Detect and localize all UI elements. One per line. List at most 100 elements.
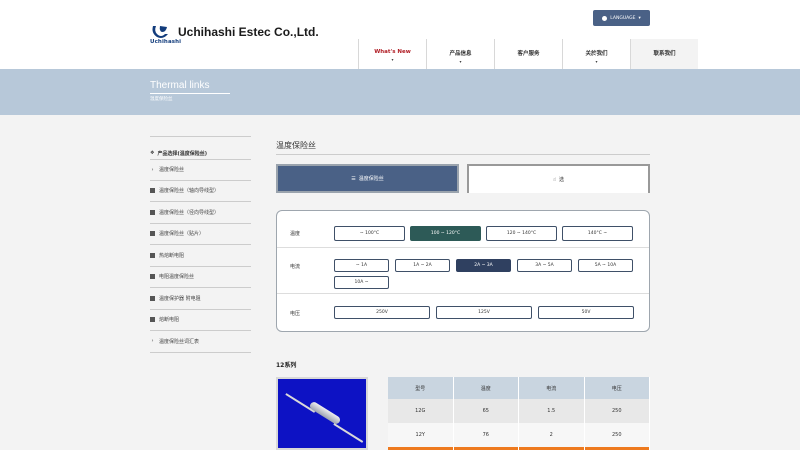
filter-chip[interactable]: 5A ~ 10A	[578, 259, 633, 272]
nav-about-us[interactable]: 关於我们 ▾	[562, 39, 630, 69]
nav-label: 关於我们	[585, 51, 608, 57]
nav-products[interactable]: 产品信息 ▾	[426, 39, 494, 69]
grid-icon: ❖	[150, 150, 155, 156]
plus-icon	[150, 274, 155, 280]
series-title: 12系列	[276, 362, 297, 369]
filter-chip[interactable]: 140°C ~	[562, 226, 633, 241]
filter-chip[interactable]: 1A ~ 2A	[395, 259, 450, 272]
nav-label: What's New	[374, 49, 411, 55]
table-header-row: 型号 温度 电流 电压	[388, 377, 650, 399]
sidebar-heading-label: 产品选择(温度保险丝)	[157, 150, 208, 157]
table-row[interactable]: 12G 65 1.5 250	[388, 399, 650, 423]
sidebar-item-label: 电阻温度保险丝	[159, 274, 195, 281]
language-button[interactable]: LANGUAGE ▾	[593, 10, 650, 26]
filter-row-temperature: 温度 ~ 100°C 100 ~ 120°C 120 ~ 140°C 140°C…	[277, 211, 649, 248]
table-cell: 12G	[388, 399, 454, 423]
sidebar-heading: ❖ 产品选择(温度保险丝)	[150, 147, 251, 159]
plus-icon	[150, 252, 155, 258]
tab-select[interactable]: ☝ 选	[467, 164, 650, 193]
filter-row-voltage: 电压 250V 125V 50V	[277, 294, 649, 331]
filter-chip[interactable]: 50V	[538, 306, 634, 319]
chevron-down-icon: ▾	[391, 57, 394, 62]
list-icon: ☰	[351, 175, 356, 182]
sidebar-item-fusing-resistor[interactable]: 熔断电阻	[150, 310, 251, 331]
sidebar-item-protector[interactable]: 温度保护器 附电阻	[150, 288, 251, 310]
sidebar-item-label: 温度保险丝	[159, 167, 185, 174]
fuse-lead-wire	[333, 423, 364, 443]
nav-whats-new[interactable]: What's New ▾	[358, 39, 426, 69]
product-image[interactable]	[276, 377, 368, 450]
sidebar-item-label: 熔断电阻	[159, 317, 180, 324]
page: Uchihashi Uchihashi Estec Co.,Ltd. LANGU…	[0, 0, 800, 450]
plus-icon	[150, 188, 155, 194]
chevron-down-icon: ▾	[638, 15, 641, 21]
filter-chip[interactable]: 3A ~ 5A	[517, 259, 572, 272]
page-title: 温度保险丝	[276, 141, 316, 150]
filter-chip[interactable]: 120 ~ 140°C	[486, 226, 557, 241]
sidebar-item-glossary[interactable]: › 温度保险丝词汇表	[150, 331, 251, 353]
tab-label: 选	[559, 177, 565, 183]
chevron-down-icon: ▾	[459, 59, 462, 64]
nav-label: 客户服务	[517, 51, 540, 57]
filter-label: 电流	[290, 264, 301, 270]
sidebar-top-divider	[150, 136, 251, 147]
sidebar-item-label: 温度保险丝（贴片）	[159, 231, 205, 238]
sidebar-item-label: 热熔断电阻	[159, 252, 185, 259]
tab-thermal-fuse-list[interactable]: ☰ 温度保险丝	[276, 164, 459, 193]
filter-chip[interactable]: 250V	[334, 306, 430, 319]
nav-customer-service[interactable]: 客户服务	[494, 39, 562, 69]
filter-chip[interactable]: 10A ~	[334, 276, 389, 289]
sidebar-item-radial[interactable]: 温度保险丝（径向导线型）	[150, 202, 251, 224]
filter-row-current: 电流 ~ 1A 1A ~ 2A 2A ~ 3A 3A ~ 5A 5A ~ 10A…	[277, 248, 649, 294]
banner-title: Thermal links	[150, 80, 210, 91]
sidebar-item-thermal-fuse[interactable]: › 温度保险丝	[150, 159, 251, 181]
plus-icon	[150, 231, 155, 237]
sidebar-item-label: 温度保险丝（轴向导线型）	[159, 188, 220, 195]
filter-panel: 温度 ~ 100°C 100 ~ 120°C 120 ~ 140°C 140°C…	[276, 210, 650, 332]
main-nav: What's New ▾ 产品信息 ▾ 客户服务 关於我们 ▾ 联系我们	[358, 39, 698, 69]
filter-label: 电压	[290, 311, 301, 317]
sidebar-item-resistor-fuse[interactable]: 电阻温度保险丝	[150, 267, 251, 288]
banner-divider	[150, 93, 230, 94]
filter-chip[interactable]: ~ 100°C	[334, 226, 405, 241]
chevron-right-icon: ›	[151, 166, 154, 173]
filter-chip-selected[interactable]: 2A ~ 3A	[456, 259, 511, 272]
table-cell: 12Y	[388, 423, 454, 447]
nav-label: 产品信息	[449, 51, 472, 57]
hand-pointer-icon: ☝	[552, 176, 557, 183]
title-divider	[276, 154, 650, 155]
column-header: 型号	[388, 377, 454, 399]
table-cell: 250	[584, 423, 650, 447]
nav-label: 联系我们	[653, 51, 676, 57]
table-cell: 1.5	[519, 399, 585, 423]
column-header: 温度	[453, 377, 519, 399]
table-cell: 65	[453, 399, 519, 423]
sidebar-item-smd[interactable]: 温度保险丝（贴片）	[150, 224, 251, 245]
tab-label: 温度保险丝	[358, 176, 384, 182]
table-cell: 250	[584, 399, 650, 423]
sidebar-item-thermal-cutoff-resistor[interactable]: 热熔断电阻	[150, 245, 251, 267]
company-logo[interactable]: Uchihashi Uchihashi Estec Co.,Ltd.	[150, 24, 335, 50]
nav-contact-us[interactable]: 联系我们	[630, 39, 698, 69]
chevron-down-icon: ▾	[595, 59, 598, 64]
plus-icon	[150, 209, 155, 215]
table-cell: 2	[519, 423, 585, 447]
chevron-right-icon: ›	[151, 338, 154, 345]
filter-chip-selected[interactable]: 100 ~ 120°C	[410, 226, 481, 241]
sidebar-item-label: 温度保险丝词汇表	[159, 338, 200, 345]
plus-icon	[150, 317, 155, 323]
globe-icon	[602, 15, 608, 21]
filter-label: 温度	[290, 231, 301, 237]
logo-subtext: Uchihashi	[150, 39, 182, 45]
filter-chip[interactable]: 125V	[436, 306, 532, 319]
site-header: Uchihashi Uchihashi Estec Co.,Ltd. LANGU…	[0, 0, 800, 69]
breadcrumb[interactable]: 温度保险丝	[150, 96, 173, 102]
sidebar-item-axial[interactable]: 温度保险丝（轴向导线型）	[150, 181, 251, 202]
sidebar: ❖ 产品选择(温度保险丝) › 温度保险丝 温度保险丝（轴向导线型） 温度保险丝…	[150, 136, 251, 353]
filter-chip[interactable]: ~ 1A	[334, 259, 389, 272]
column-header: 电压	[584, 377, 650, 399]
column-header: 电流	[519, 377, 585, 399]
plus-icon	[150, 295, 155, 301]
table-row[interactable]: 12Y 76 2 250	[388, 423, 650, 447]
language-label: LANGUAGE	[610, 15, 636, 21]
